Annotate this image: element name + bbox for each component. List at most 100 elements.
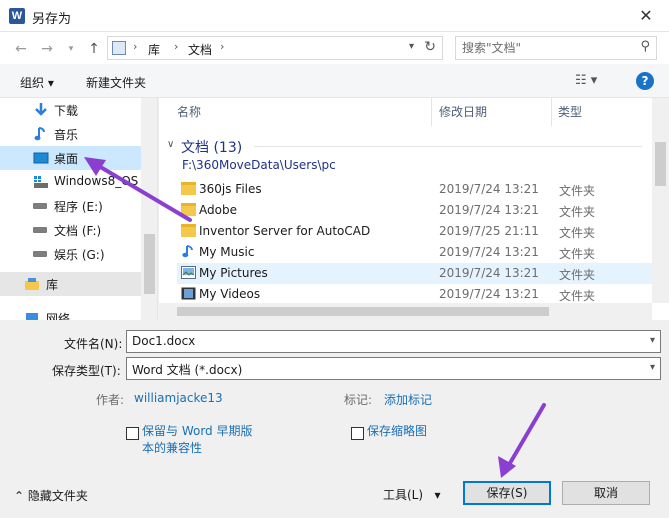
folder-icon	[181, 182, 196, 195]
folder-icon	[181, 203, 196, 216]
save-button[interactable]: 保存(S)	[463, 481, 551, 505]
file-row-my-videos[interactable]: My Videos 2019/7/24 13:21 文件夹	[177, 284, 652, 305]
sidebar-item-label: Windows8_OS	[54, 174, 139, 188]
videos-folder-icon	[181, 287, 196, 300]
file-row-inventor-server[interactable]: Inventor Server for AutoCAD 2019/7/25 21…	[177, 221, 652, 242]
column-header-type[interactable]: 类型	[558, 98, 582, 126]
filetype-label: 保存类型(T):	[52, 364, 121, 378]
organize-menu-button[interactable]: 组织 ▾	[20, 74, 54, 91]
window-title: 另存为	[32, 12, 72, 27]
search-box[interactable]: ⚲	[455, 36, 657, 60]
horizontal-scrollbar-thumb[interactable]	[177, 307, 549, 316]
sidebar-item-downloads[interactable]: 下载	[0, 98, 141, 122]
sidebar-item-drive-f[interactable]: 文档 (F:)	[0, 218, 141, 242]
chevron-up-icon: ⌃	[14, 489, 28, 503]
compatibility-label-line2[interactable]: 本的兼容性	[142, 440, 202, 457]
file-type: 文件夹	[559, 247, 596, 261]
file-name: Adobe	[199, 203, 237, 217]
word-logo-icon: W	[9, 8, 25, 24]
file-date: 2019/7/25 21:11	[439, 224, 539, 238]
back-arrow-icon[interactable]: ←	[10, 38, 32, 60]
pictures-folder-icon	[181, 266, 196, 279]
file-date: 2019/7/24 13:21	[439, 266, 539, 280]
hide-folders-toggle[interactable]: ⌃ 隐藏文件夹	[14, 487, 88, 504]
music-folder-icon	[182, 245, 193, 258]
group-divider	[254, 146, 642, 147]
search-icon[interactable]: ⚲	[640, 39, 650, 54]
cancel-button[interactable]: 取消	[562, 481, 650, 505]
address-bar[interactable]: › 库 › 文档 › ▾ ↻	[107, 36, 443, 60]
file-name: My Pictures	[199, 266, 268, 280]
group-collapse-chevron-icon[interactable]: ∨	[167, 139, 174, 150]
network-icon	[26, 313, 38, 320]
sidebar-item-desktop[interactable]: 桌面	[0, 146, 141, 170]
filename-input[interactable]: Doc1.docx ▾	[126, 330, 661, 353]
up-arrow-icon[interactable]: ↑	[83, 38, 105, 60]
column-header-name[interactable]: 名称	[177, 98, 201, 126]
hide-folders-label: 隐藏文件夹	[27, 489, 88, 503]
breadcrumb-item-library[interactable]: 库	[148, 41, 160, 58]
drive-icon	[33, 251, 47, 257]
help-icon[interactable]: ?	[636, 72, 654, 90]
file-date: 2019/7/24 13:21	[439, 203, 539, 217]
breadcrumb-separator-icon: ›	[220, 40, 225, 53]
breadcrumb-separator-icon: ›	[174, 40, 179, 53]
recent-locations-chevron-icon[interactable]: ▾	[60, 38, 82, 60]
new-folder-button[interactable]: 新建文件夹	[86, 74, 146, 91]
sidebar-item-drive-e[interactable]: 程序 (E:)	[0, 194, 141, 218]
forward-arrow-icon[interactable]: →	[36, 38, 58, 60]
title-bar: W 另存为 ✕	[0, 0, 669, 32]
column-header-date[interactable]: 修改日期	[439, 98, 487, 126]
file-name: My Music	[199, 245, 255, 259]
file-type: 文件夹	[559, 268, 596, 282]
close-button[interactable]: ✕	[623, 0, 669, 32]
file-type: 文件夹	[559, 289, 596, 303]
filetype-select[interactable]: Word 文档 (*.docx) ▾	[126, 357, 661, 380]
file-list-vertical-scrollbar[interactable]	[652, 98, 669, 303]
save-thumbnail-checkbox[interactable]	[351, 427, 364, 440]
drive-icon	[33, 227, 47, 233]
refresh-icon[interactable]: ↻	[424, 39, 436, 55]
sidebar-item-music[interactable]: 音乐	[0, 122, 141, 146]
save-options-panel: 文件名(N): Doc1.docx ▾ 保存类型(T): Word 文档 (*.…	[0, 320, 669, 518]
tools-dropdown-icon: ▾	[423, 488, 441, 502]
folder-icon	[181, 224, 196, 237]
sidebar-item-windows-drive[interactable]: Windows8_OS	[0, 170, 141, 194]
filetype-value: Word 文档 (*.docx)	[132, 363, 243, 377]
view-options-icon[interactable]: ☷ ▾	[575, 73, 597, 88]
file-type: 文件夹	[559, 205, 596, 219]
desktop-icon	[33, 152, 49, 164]
search-input[interactable]	[462, 38, 632, 58]
vertical-scrollbar-thumb[interactable]	[655, 142, 666, 186]
tools-menu-button[interactable]: 工具(L) ▾	[383, 486, 441, 503]
address-dropdown-icon[interactable]: ▾	[409, 41, 414, 52]
sidebar-item-label: 音乐	[54, 128, 79, 142]
file-date: 2019/7/24 13:21	[439, 245, 539, 259]
save-thumbnail-label[interactable]: 保存缩略图	[367, 423, 427, 440]
column-divider[interactable]	[431, 98, 432, 126]
breadcrumb-item-documents[interactable]: 文档	[188, 41, 212, 58]
filename-history-dropdown-icon[interactable]: ▾	[650, 335, 655, 346]
author-value[interactable]: williamjacke13	[134, 391, 223, 405]
sidebar-item-libraries[interactable]: 库	[0, 272, 141, 296]
tags-label: 标记:	[344, 393, 373, 407]
file-row-my-music[interactable]: My Music 2019/7/24 13:21 文件夹	[177, 242, 652, 263]
file-row-my-pictures[interactable]: My Pictures 2019/7/24 13:21 文件夹	[177, 263, 652, 284]
filetype-dropdown-icon[interactable]: ▾	[650, 362, 655, 373]
sidebar-item-label: 库	[46, 278, 59, 292]
author-label: 作者:	[96, 393, 125, 407]
compatibility-checkbox[interactable]	[126, 427, 139, 440]
file-name: Inventor Server for AutoCAD	[199, 224, 371, 238]
sidebar-item-network[interactable]: 网络	[0, 306, 141, 320]
music-note-icon	[34, 127, 45, 141]
sidebar-item-drive-g[interactable]: 娱乐 (G:)	[0, 242, 141, 266]
group-header[interactable]: 文档 (13)	[181, 137, 242, 157]
file-date: 2019/7/24 13:21	[439, 287, 539, 301]
add-tags-link[interactable]: 添加标记	[384, 391, 432, 408]
column-divider[interactable]	[551, 98, 552, 126]
compatibility-label-line1[interactable]: 保留与 Word 早期版	[142, 423, 252, 440]
sidebar-item-label: 文档 (F:)	[54, 224, 102, 238]
sidebar-scrollbar-thumb[interactable]	[144, 234, 155, 294]
file-row-360js-files[interactable]: 360js Files 2019/7/24 13:21 文件夹	[177, 179, 652, 200]
file-row-adobe[interactable]: Adobe 2019/7/24 13:21 文件夹	[177, 200, 652, 221]
